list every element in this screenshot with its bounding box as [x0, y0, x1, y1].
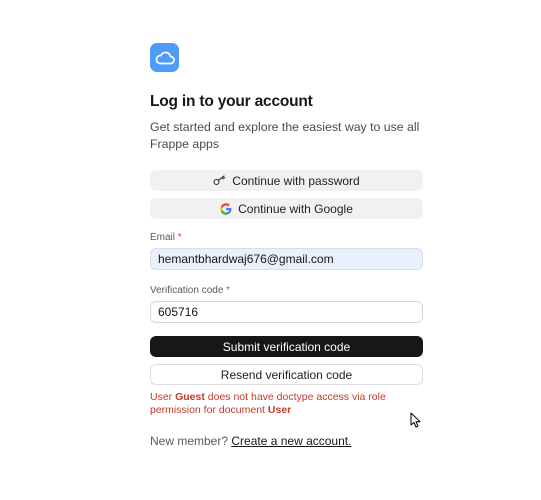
- page-title: Log in to your account: [150, 93, 313, 110]
- login-panel: Log in to your account Get started and e…: [150, 43, 423, 448]
- submit-verification-code-button[interactable]: Submit verification code: [150, 336, 423, 357]
- cloud-icon: [150, 43, 179, 72]
- resend-verification-code-button[interactable]: Resend verification code: [150, 364, 423, 385]
- signup-prompt: New member? Create a new account.: [150, 434, 423, 448]
- verification-code-label: Verification code *: [150, 285, 423, 297]
- page-subtitle: Get started and explore the easiest way …: [150, 120, 420, 151]
- error-user: Guest: [175, 391, 205, 403]
- verification-code-field[interactable]: [150, 301, 423, 323]
- continue-with-password-button[interactable]: Continue with password: [150, 170, 423, 191]
- login-page: Log in to your account Get started and e…: [0, 0, 541, 500]
- submit-verification-code-label: Submit verification code: [222, 339, 351, 354]
- error-prefix: User: [150, 391, 176, 403]
- mouse-cursor-icon: [410, 412, 421, 433]
- verification-code-label-text: Verification code: [150, 285, 224, 296]
- google-icon: [220, 202, 232, 215]
- verification-code-required-marker: *: [226, 285, 231, 296]
- key-icon: [213, 175, 226, 186]
- error-message: User Guest does not have doctype access …: [150, 391, 423, 417]
- create-account-link[interactable]: Create a new account.: [231, 434, 351, 448]
- continue-with-google-button[interactable]: Continue with Google: [150, 198, 423, 219]
- resend-verification-code-label: Resend verification code: [220, 367, 353, 382]
- continue-with-google-label: Continue with Google: [238, 201, 353, 216]
- continue-with-password-label: Continue with password: [232, 173, 360, 188]
- email-required-marker: *: [177, 232, 182, 243]
- error-doctype: User: [267, 404, 292, 416]
- email-field-label: Email *: [150, 232, 423, 244]
- signup-prompt-text: New member?: [150, 434, 229, 448]
- email-field[interactable]: [150, 248, 423, 270]
- email-label-text: Email: [150, 232, 176, 243]
